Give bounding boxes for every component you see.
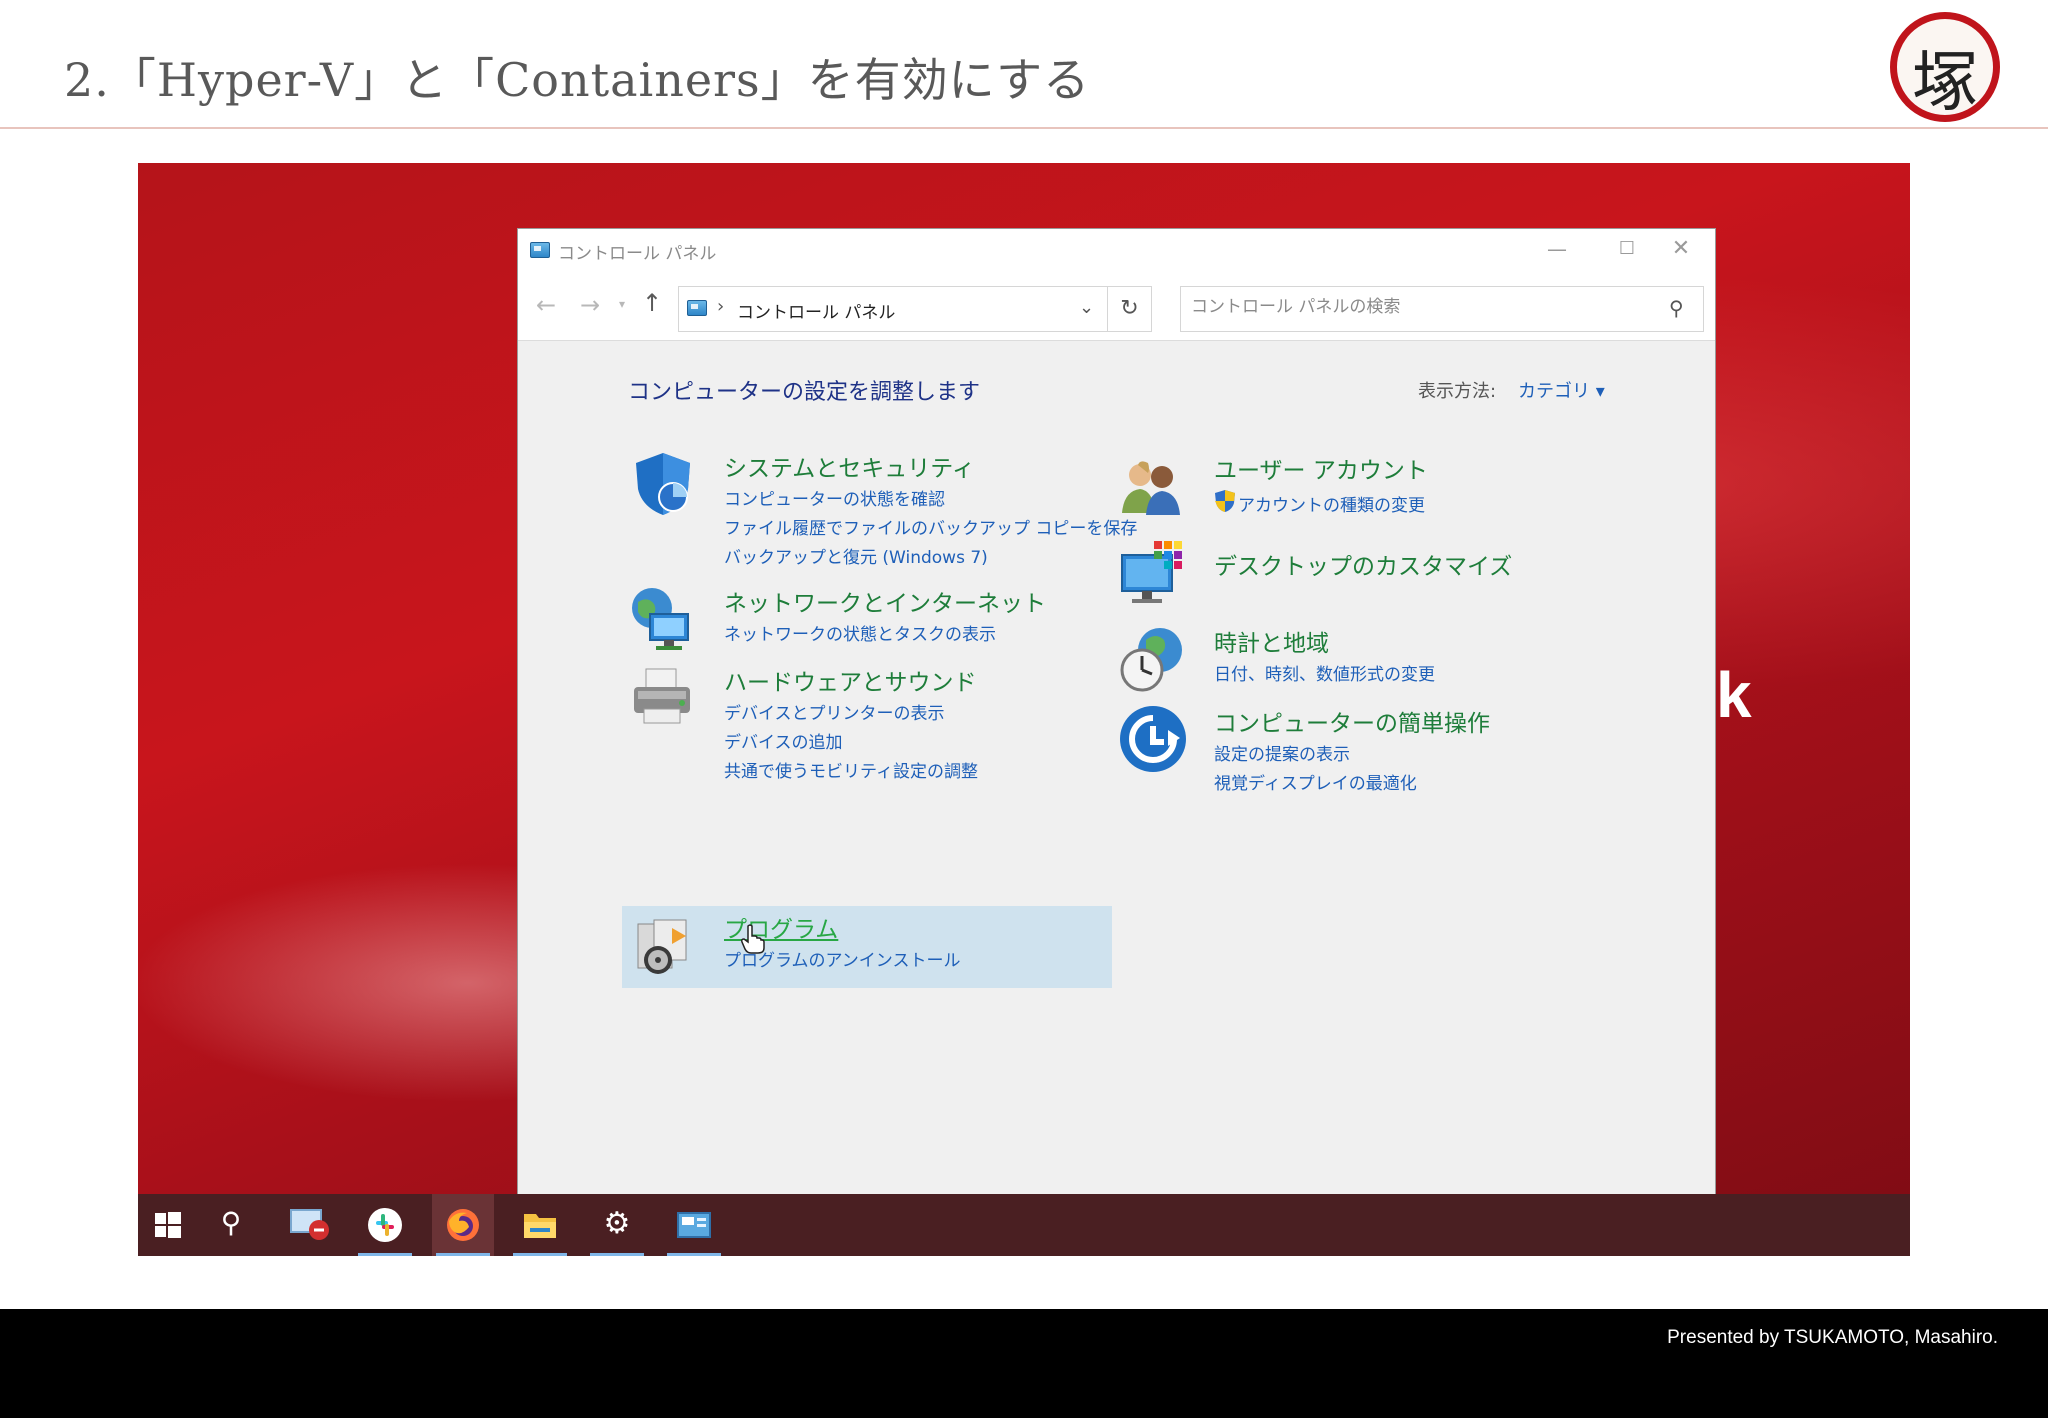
control-panel-window: コントロール パネル — ☐ ✕ ← → ▾ ↑ › コントロール パネル ⌄ … — [517, 228, 1716, 1197]
category-link[interactable]: ネットワークの状態とタスクの表示 — [724, 620, 996, 645]
ease-of-access-icon[interactable] — [1118, 704, 1188, 774]
window-title: コントロール パネル — [558, 244, 717, 264]
category-link[interactable]: デバイスの追加 — [724, 728, 843, 753]
running-indicator — [590, 1253, 644, 1256]
desktop-screenshot: k コントロール パネル — ☐ ✕ ← → ▾ ↑ › コントロール パネル … — [138, 163, 1910, 1256]
taskbar-settings[interactable]: ⚙ — [586, 1194, 648, 1256]
taskbar-remote-desktop[interactable] — [277, 1194, 339, 1256]
category-link[interactable]: 設定の提案の表示 — [1214, 740, 1350, 765]
address-bar[interactable]: › コントロール パネル ⌄ — [678, 286, 1108, 332]
view-by-dropdown[interactable]: カテゴリ ▾ — [1518, 377, 1605, 403]
search-box[interactable]: ⚲ — [1180, 286, 1704, 332]
clock-globe-icon[interactable] — [1118, 624, 1188, 694]
taskbar-firefox[interactable] — [432, 1194, 494, 1256]
remote-desktop-icon — [290, 1209, 329, 1240]
desktop-monitor-icon[interactable] — [1118, 539, 1188, 609]
start-button[interactable] — [138, 1194, 200, 1256]
close-button[interactable]: ✕ — [1646, 229, 1716, 271]
shield-icon[interactable] — [628, 449, 698, 519]
firefox-icon — [447, 1209, 479, 1241]
presenter-credit: Presented by TSUKAMOTO, Masahiro. — [1667, 1327, 1998, 1348]
refresh-icon[interactable]: ↻ — [1108, 286, 1152, 332]
search-icon[interactable]: ⚲ — [1669, 296, 1684, 320]
up-arrow-icon[interactable]: ↑ — [642, 289, 662, 317]
printer-icon[interactable] — [628, 663, 698, 733]
title-divider — [0, 127, 2048, 129]
network-globe-icon[interactable] — [628, 584, 698, 654]
category-title[interactable]: ハードウェアとサウンド — [724, 663, 977, 697]
windows-logo-icon — [155, 1212, 181, 1238]
category-title[interactable]: コンピューターの簡単操作 — [1214, 704, 1490, 738]
taskbar-search-button[interactable]: ⚲ — [200, 1194, 262, 1256]
control-panel-content: コンピューターの設定を調整します 表示方法: カテゴリ ▾ システムとセキュリテ… — [518, 341, 1715, 1197]
running-indicator — [358, 1253, 412, 1256]
taskbar-slack[interactable] — [354, 1194, 416, 1256]
window-title-bar[interactable]: コントロール パネル — ☐ ✕ — [518, 229, 1715, 271]
uac-shield-icon — [1215, 490, 1235, 512]
logo-character: 塚 — [1912, 44, 1978, 121]
gear-icon: ⚙ — [603, 1206, 631, 1241]
control-panel-icon — [687, 300, 707, 316]
view-by-label: 表示方法: — [1418, 381, 1497, 402]
category-link[interactable]: 視覚ディスプレイの最適化 — [1214, 769, 1417, 794]
users-icon[interactable] — [1118, 451, 1188, 521]
hand-pointer-cursor-icon — [741, 924, 765, 954]
category-title[interactable]: ネットワークとインターネット — [724, 584, 1046, 618]
category-link[interactable]: デバイスとプリンターの表示 — [724, 699, 945, 724]
taskbar-file-explorer[interactable] — [509, 1194, 571, 1256]
category-link[interactable]: バックアップと復元 (Windows 7) — [724, 543, 988, 568]
breadcrumb-chevron-icon[interactable]: › — [717, 296, 724, 317]
category-link[interactable]: アカウントの種類の変更 — [1238, 491, 1425, 516]
category-link[interactable]: 日付、時刻、数値形式の変更 — [1214, 660, 1435, 685]
category-title[interactable]: ユーザー アカウント — [1214, 451, 1428, 485]
back-arrow-icon[interactable]: ← — [536, 291, 556, 319]
running-indicator — [667, 1253, 721, 1256]
wallpaper-text: k — [1716, 659, 1752, 731]
search-input[interactable] — [1191, 297, 1651, 317]
taskbar: ⚲ ⚙ — [138, 1194, 1910, 1256]
slack-icon — [368, 1208, 402, 1242]
category-link[interactable]: コンピューターの状態を確認 — [724, 485, 945, 510]
category-title[interactable]: システムとセキュリティ — [724, 449, 975, 483]
folder-icon — [524, 1214, 556, 1238]
programs-box-icon[interactable] — [628, 910, 698, 980]
navigation-bar: ← → ▾ ↑ › コントロール パネル ⌄ ↻ ⚲ — [518, 271, 1715, 341]
recent-locations-dropdown-icon[interactable]: ▾ — [619, 297, 625, 311]
breadcrumb-control-panel[interactable]: コントロール パネル — [737, 298, 895, 323]
search-icon: ⚲ — [220, 1206, 242, 1239]
slide-title: 2.「Hyper-V」と「Containers」を有効にする — [64, 53, 1091, 107]
control-panel-icon — [530, 242, 550, 258]
running-indicator — [436, 1253, 490, 1256]
category-link[interactable]: ファイル履歴でファイルのバックアップ コピーを保存 — [724, 514, 1137, 539]
category-title[interactable]: 時計と地域 — [1214, 624, 1329, 658]
taskbar-control-panel[interactable] — [663, 1194, 725, 1256]
control-panel-icon — [677, 1212, 711, 1238]
forward-arrow-icon[interactable]: → — [580, 291, 600, 319]
logo-seal: 塚 — [1890, 12, 2000, 122]
running-indicator — [513, 1253, 567, 1256]
minimize-button[interactable]: — — [1522, 229, 1592, 271]
category-link[interactable]: 共通で使うモビリティ設定の調整 — [724, 757, 978, 782]
category-title[interactable]: デスクトップのカスタマイズ — [1214, 547, 1512, 581]
page-heading: コンピューターの設定を調整します — [628, 380, 981, 405]
footer-bar: Presented by TSUKAMOTO, Masahiro. — [0, 1309, 2048, 1418]
chevron-down-icon[interactable]: ⌄ — [1079, 297, 1094, 318]
